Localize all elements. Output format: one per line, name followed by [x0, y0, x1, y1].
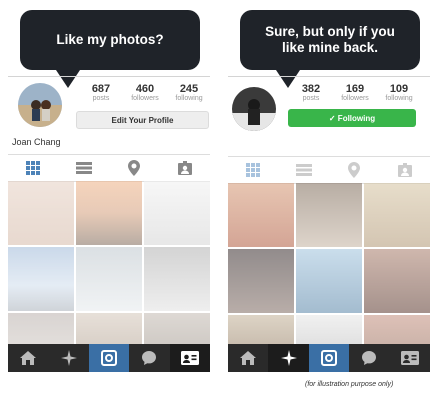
profile-tabs: [8, 154, 210, 182]
nav-activity[interactable]: [349, 344, 389, 372]
home-icon: [240, 351, 257, 365]
explore-icon: [60, 350, 77, 366]
edit-profile-button[interactable]: Edit Your Profile: [76, 111, 209, 129]
nav-explore[interactable]: [48, 344, 88, 372]
photo-thumbnail[interactable]: [228, 315, 294, 344]
following-button[interactable]: ✓ Following: [288, 109, 416, 127]
stat-label: following: [385, 95, 413, 102]
activity-icon: [142, 351, 157, 365]
photo-thumbnail[interactable]: [8, 247, 74, 311]
tab-list[interactable]: [64, 158, 104, 178]
nav-home[interactable]: [228, 344, 268, 372]
photo-thumbnail[interactable]: [364, 249, 430, 313]
photo-thumbnail[interactable]: [76, 181, 142, 245]
stat-count: 245: [179, 83, 199, 95]
profile-header: 382 posts 169 followers 109 following ✓ …: [228, 76, 430, 157]
photo-thumbnail[interactable]: [144, 313, 210, 344]
stat-count: 109: [389, 83, 409, 95]
speech-bubble: Like my photos?: [20, 10, 200, 70]
photo-thumbnail[interactable]: [364, 315, 430, 344]
nav-profile[interactable]: [390, 344, 430, 372]
photo-thumbnail[interactable]: [76, 247, 142, 311]
location-icon: [348, 162, 361, 178]
right-profile-screen: Sure, but only if you like mine back. 38…: [228, 0, 430, 372]
photo-grid: [228, 183, 430, 344]
photo-thumbnail[interactable]: [76, 313, 142, 344]
photo-thumbnail[interactable]: [364, 183, 430, 247]
stat-label: followers: [341, 95, 369, 102]
photo-thumbnail[interactable]: [8, 313, 74, 344]
tab-location[interactable]: [114, 158, 154, 178]
tab-grid[interactable]: [233, 160, 273, 180]
bubble-text: Sure, but only if you like mine back.: [265, 24, 395, 55]
nav-profile[interactable]: [169, 344, 211, 372]
stat-label: posts: [92, 95, 110, 102]
stat-count: 687: [91, 83, 111, 95]
nav-camera[interactable]: [88, 344, 130, 372]
tagged-icon: [177, 161, 192, 175]
stat-posts[interactable]: 687 posts: [80, 83, 122, 102]
profile-stats: 382 posts 169 followers 109 following: [290, 83, 420, 102]
speech-bubble: Sure, but only if you like mine back.: [240, 10, 420, 70]
location-icon: [128, 160, 141, 176]
stat-followers[interactable]: 460 followers: [124, 83, 166, 102]
profile-name: Joan Chang: [12, 137, 61, 147]
stat-count: 382: [301, 83, 321, 95]
explore-icon: [280, 350, 297, 366]
stat-count: 169: [345, 83, 365, 95]
stat-label: posts: [302, 95, 320, 102]
photo-thumbnail[interactable]: [144, 181, 210, 245]
bottom-nav: [8, 344, 211, 372]
nav-explore[interactable]: [268, 344, 309, 372]
profile-stats: 687 posts 460 followers 245 following: [80, 83, 210, 102]
avatar[interactable]: [18, 83, 62, 127]
footnote: (for illustration purpose only): [305, 381, 394, 388]
tab-tagged[interactable]: [385, 160, 425, 180]
camera-icon: [101, 350, 118, 366]
profile-icon: [400, 351, 419, 365]
bubble-text: Like my photos?: [56, 32, 164, 47]
photo-grid: [8, 181, 210, 344]
tab-tagged[interactable]: [165, 158, 205, 178]
stat-posts[interactable]: 382 posts: [290, 83, 332, 102]
left-profile-screen: Like my photos? 687 posts 460 followers: [8, 0, 211, 372]
photo-thumbnail[interactable]: [144, 247, 210, 311]
photo-thumbnail[interactable]: [296, 315, 362, 344]
profile-header: 687 posts 460 followers 245 following Ed…: [8, 76, 210, 157]
photo-thumbnail[interactable]: [228, 249, 294, 313]
home-icon: [20, 351, 37, 365]
stat-followers[interactable]: 169 followers: [334, 83, 376, 102]
profile-tabs: [228, 156, 430, 184]
tab-list[interactable]: [284, 160, 324, 180]
activity-icon: [362, 351, 377, 365]
nav-activity[interactable]: [129, 344, 169, 372]
camera-icon: [321, 350, 338, 366]
grid-icon: [246, 163, 261, 177]
tab-grid[interactable]: [13, 158, 53, 178]
photo-thumbnail[interactable]: [296, 183, 362, 247]
nav-home[interactable]: [8, 344, 48, 372]
stat-label: followers: [131, 95, 159, 102]
profile-icon: [180, 351, 199, 365]
photo-thumbnail[interactable]: [296, 249, 362, 313]
photo-thumbnail[interactable]: [8, 181, 74, 245]
stat-following[interactable]: 245 following: [168, 83, 210, 102]
stat-count: 460: [135, 83, 155, 95]
stat-label: following: [175, 95, 203, 102]
list-icon: [295, 164, 312, 176]
tagged-icon: [397, 163, 412, 177]
stat-following[interactable]: 109 following: [378, 83, 420, 102]
grid-icon: [26, 161, 41, 175]
avatar[interactable]: [232, 87, 276, 131]
photo-thumbnail[interactable]: [228, 183, 294, 247]
bottom-nav: [228, 344, 430, 372]
list-icon: [75, 162, 92, 174]
nav-camera[interactable]: [308, 344, 350, 372]
tab-location[interactable]: [334, 160, 374, 180]
